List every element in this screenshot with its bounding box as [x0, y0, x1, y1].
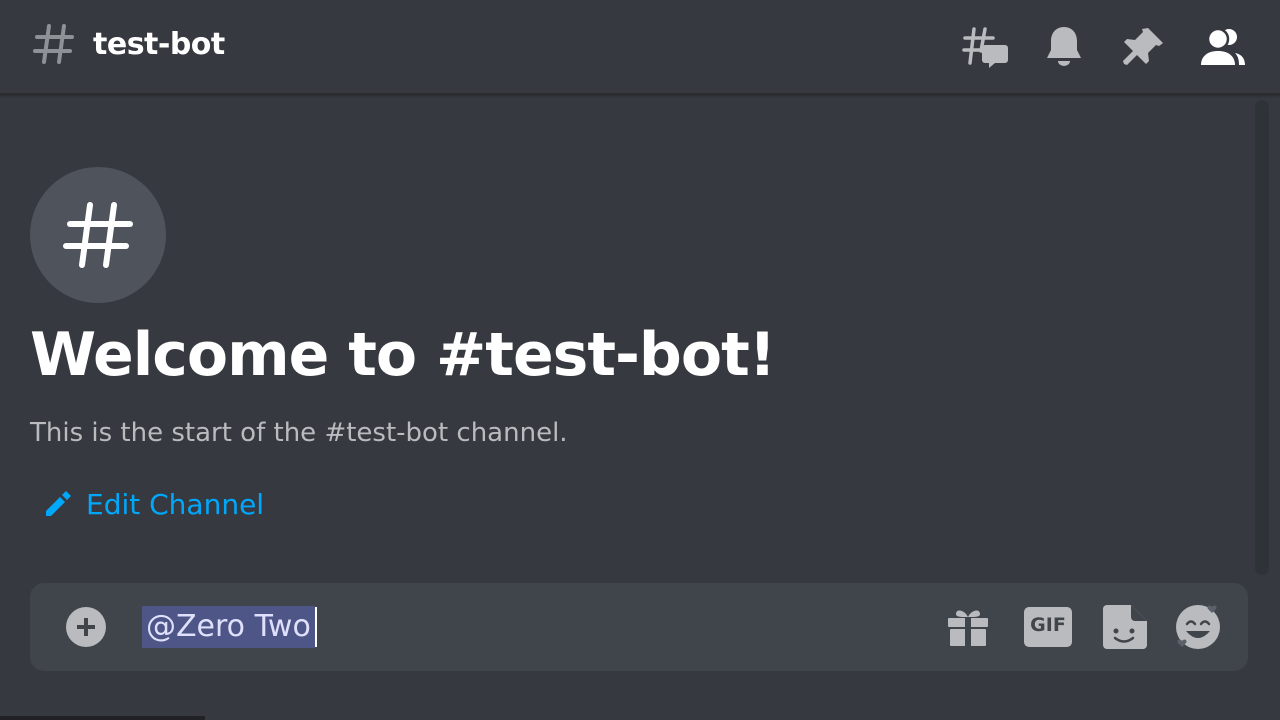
pinned-messages-button[interactable] — [1120, 23, 1168, 71]
gif-button[interactable]: GIF — [1024, 603, 1072, 651]
channel-avatar — [30, 167, 166, 303]
user-mention: @Zero Two — [142, 606, 315, 648]
channel-header: test-bot — [0, 0, 1280, 94]
member-list-button[interactable] — [1199, 23, 1247, 71]
threads-icon — [962, 27, 1008, 68]
message-input[interactable]: @Zero Two — [142, 605, 922, 649]
channel-start-text: This is the start of the #test-bot chann… — [30, 418, 568, 448]
sticker-button[interactable] — [1101, 603, 1149, 651]
pin-icon — [1123, 28, 1163, 65]
edit-channel-link[interactable]: Edit Channel — [42, 482, 264, 526]
welcome-title: Welcome to #test-bot! — [30, 320, 776, 390]
hash-icon — [33, 24, 74, 64]
channel-name: test-bot — [93, 27, 225, 62]
upload-button[interactable] — [66, 607, 106, 647]
notification-bell-icon — [1047, 27, 1081, 66]
gif-label: GIF — [1030, 614, 1066, 636]
notification-settings-button[interactable] — [1040, 23, 1088, 71]
threads-button[interactable] — [961, 23, 1009, 71]
member-list-icon — [1201, 27, 1245, 65]
emoji-button[interactable] — [1174, 603, 1222, 651]
text-caret — [314, 607, 317, 647]
plus-circle-icon — [77, 618, 95, 636]
hash-icon — [63, 202, 133, 268]
emoji-icon — [1176, 605, 1220, 649]
pencil-icon — [46, 491, 71, 516]
gift-button[interactable] — [944, 603, 992, 651]
messages-scrollbar[interactable] — [1255, 100, 1269, 575]
edit-channel-label: Edit Channel — [86, 487, 265, 521]
sticker-icon — [1103, 605, 1147, 649]
message-composer: @Zero Two GIF — [30, 583, 1248, 671]
gift-icon — [948, 610, 988, 646]
bottom-divider — [0, 716, 205, 720]
